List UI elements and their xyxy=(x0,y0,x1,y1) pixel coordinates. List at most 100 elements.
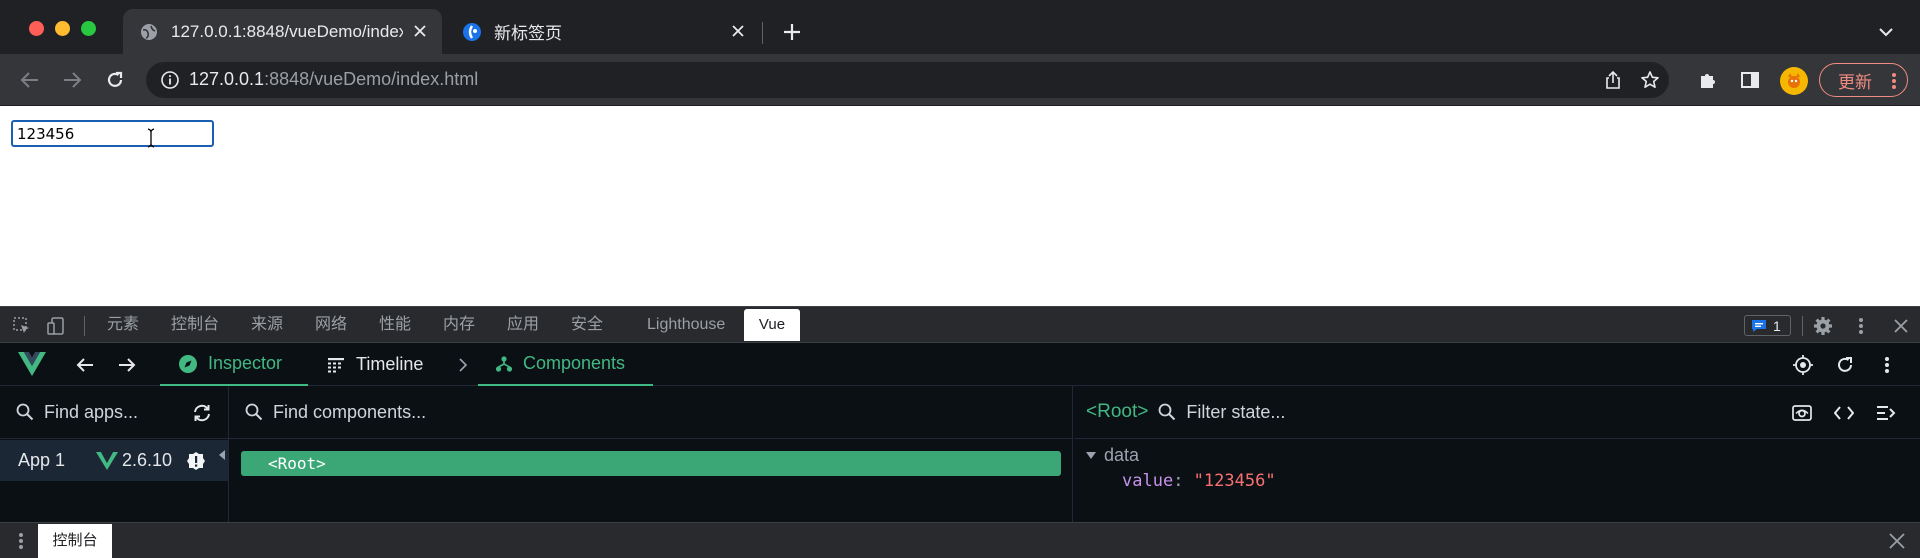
devtools-divider xyxy=(1802,316,1803,336)
compass-icon xyxy=(179,354,197,373)
components-tree-icon xyxy=(495,355,513,372)
tab-application[interactable]: 应用 xyxy=(507,307,539,343)
ibeam-cursor-icon xyxy=(147,128,155,148)
find-apps-input[interactable] xyxy=(44,401,174,423)
devtools-divider xyxy=(84,316,85,336)
more-vertical-icon[interactable] xyxy=(1876,354,1898,376)
state-property-row[interactable]: value: "123456" xyxy=(1122,471,1276,491)
chat-bubble-icon xyxy=(1752,319,1766,332)
state-section-header[interactable]: data xyxy=(1086,445,1139,466)
side-panel-icon[interactable] xyxy=(1737,67,1763,93)
tab-lighthouse[interactable]: Lighthouse xyxy=(647,307,725,343)
vue-logo-icon xyxy=(96,451,118,470)
components-search xyxy=(229,386,1072,439)
timeline-icon xyxy=(328,357,344,372)
window-minimize-button[interactable] xyxy=(55,21,70,36)
more-vertical-icon[interactable] xyxy=(1851,316,1871,336)
tab-performance[interactable]: 性能 xyxy=(379,307,411,343)
apps-search xyxy=(0,386,228,439)
select-component-target-icon[interactable] xyxy=(1792,354,1814,376)
text-input[interactable] xyxy=(11,120,214,147)
address-url: 127.0.0.1:8848/vueDemo/index.html xyxy=(189,69,479,89)
tab-vue[interactable]: Vue xyxy=(744,309,800,341)
tab-inspector-label: Inspector xyxy=(208,353,283,373)
globe-icon xyxy=(139,22,159,42)
search-icon xyxy=(245,403,263,421)
bookmark-star-icon[interactable] xyxy=(1640,70,1660,90)
refresh-icon[interactable] xyxy=(1834,354,1856,376)
issues-count: 1 xyxy=(1773,317,1781,334)
tab-timeline-label: Timeline xyxy=(356,354,424,374)
collapse-state-icon[interactable] xyxy=(1875,402,1897,424)
chevron-right-icon xyxy=(452,354,474,376)
search-icon xyxy=(1158,403,1176,421)
devtools-tab-bar: 元素 控制台 来源 网络 性能 内存 应用 安全 Lighthouse Vue … xyxy=(0,306,1920,343)
apps-pane: App 1 2.6.10 xyxy=(0,386,229,522)
window-maximize-button[interactable] xyxy=(81,21,96,36)
state-pane: <Root> data value: "123456" xyxy=(1074,386,1920,522)
tab-elements[interactable]: 元素 xyxy=(107,307,139,343)
drawer-tab-console[interactable]: 控制台 xyxy=(38,524,112,558)
more-vertical-icon[interactable] xyxy=(14,531,28,551)
state-key: value xyxy=(1122,471,1174,491)
tab-divider xyxy=(762,22,763,44)
vue-devtools-panes: App 1 2.6.10 <Root> <Root> xyxy=(0,386,1920,522)
browser-toolbar: 127.0.0.1:8848/vueDemo/index.html 更新 xyxy=(0,54,1920,106)
expand-triangle-icon xyxy=(1086,452,1096,459)
state-colon: : xyxy=(1173,471,1194,491)
tab-timeline[interactable]: Timeline xyxy=(326,343,423,386)
browser-tab-strip: 127.0.0.1:8848/vueDemo/index.html 新标签页 xyxy=(0,0,1920,54)
sync-icon[interactable] xyxy=(192,403,212,423)
more-vertical-icon xyxy=(1892,73,1896,89)
tab-network[interactable]: 网络 xyxy=(315,307,347,343)
find-components-input[interactable] xyxy=(273,401,873,423)
new-tab-logo-icon xyxy=(462,22,482,42)
tab-inspector[interactable]: Inspector xyxy=(160,343,308,386)
close-icon[interactable] xyxy=(1888,532,1906,550)
tab-title: 新标签页 xyxy=(494,24,562,43)
tab-sources[interactable]: 来源 xyxy=(251,307,283,343)
state-value: "123456" xyxy=(1193,471,1276,491)
new-tab-plus-icon[interactable] xyxy=(780,20,804,44)
update-button[interactable]: 更新 xyxy=(1819,63,1908,97)
tab-security[interactable]: 安全 xyxy=(571,307,603,343)
settings-gear-icon[interactable] xyxy=(1813,316,1833,336)
site-info-icon[interactable] xyxy=(160,70,180,90)
forward-arrow-icon[interactable] xyxy=(116,354,138,376)
share-icon[interactable] xyxy=(1603,70,1623,90)
back-arrow-icon[interactable] xyxy=(17,67,43,93)
browser-tab-new[interactable]: 新标签页 xyxy=(446,9,760,54)
tab-console[interactable]: 控制台 xyxy=(171,307,219,343)
tab-components[interactable]: Components xyxy=(478,343,653,386)
reload-icon[interactable] xyxy=(102,67,128,93)
close-icon[interactable] xyxy=(1891,316,1911,336)
inspect-dom-icon[interactable] xyxy=(1791,402,1813,424)
forward-arrow-icon[interactable] xyxy=(59,67,85,93)
app-version: 2.6.10 xyxy=(96,450,172,471)
chevron-down-icon[interactable] xyxy=(1876,22,1896,42)
profile-avatar[interactable] xyxy=(1780,67,1808,95)
issues-badge[interactable]: 1 xyxy=(1744,315,1791,336)
tab-components-label: Components xyxy=(523,353,626,373)
collapse-pane-caret-icon[interactable] xyxy=(219,450,225,460)
state-section-label: data xyxy=(1104,445,1140,465)
extensions-puzzle-icon[interactable] xyxy=(1695,67,1721,93)
warning-icon[interactable] xyxy=(186,451,206,471)
component-tree-root[interactable]: <Root> xyxy=(241,451,1061,476)
window-close-button[interactable] xyxy=(29,21,44,36)
app-name: App 1 xyxy=(18,450,66,470)
tab-close-icon[interactable] xyxy=(728,21,748,41)
open-in-editor-code-icon[interactable] xyxy=(1833,402,1855,424)
back-arrow-icon[interactable] xyxy=(74,354,96,376)
filter-state-input[interactable] xyxy=(1186,401,1587,423)
vue-logo-icon xyxy=(18,352,46,376)
update-button-label: 更新 xyxy=(1838,72,1872,92)
device-toolbar-icon[interactable] xyxy=(46,316,66,336)
browser-tab-active[interactable]: 127.0.0.1:8848/vueDemo/index.html xyxy=(123,9,442,54)
app-list-item[interactable]: App 1 2.6.10 xyxy=(0,440,228,481)
inspect-element-icon[interactable] xyxy=(12,316,32,336)
tab-close-icon[interactable] xyxy=(410,21,430,41)
selected-component-name: <Root> xyxy=(1086,401,1149,422)
address-bar[interactable]: 127.0.0.1:8848/vueDemo/index.html xyxy=(146,62,1669,98)
tab-memory[interactable]: 内存 xyxy=(443,307,475,343)
